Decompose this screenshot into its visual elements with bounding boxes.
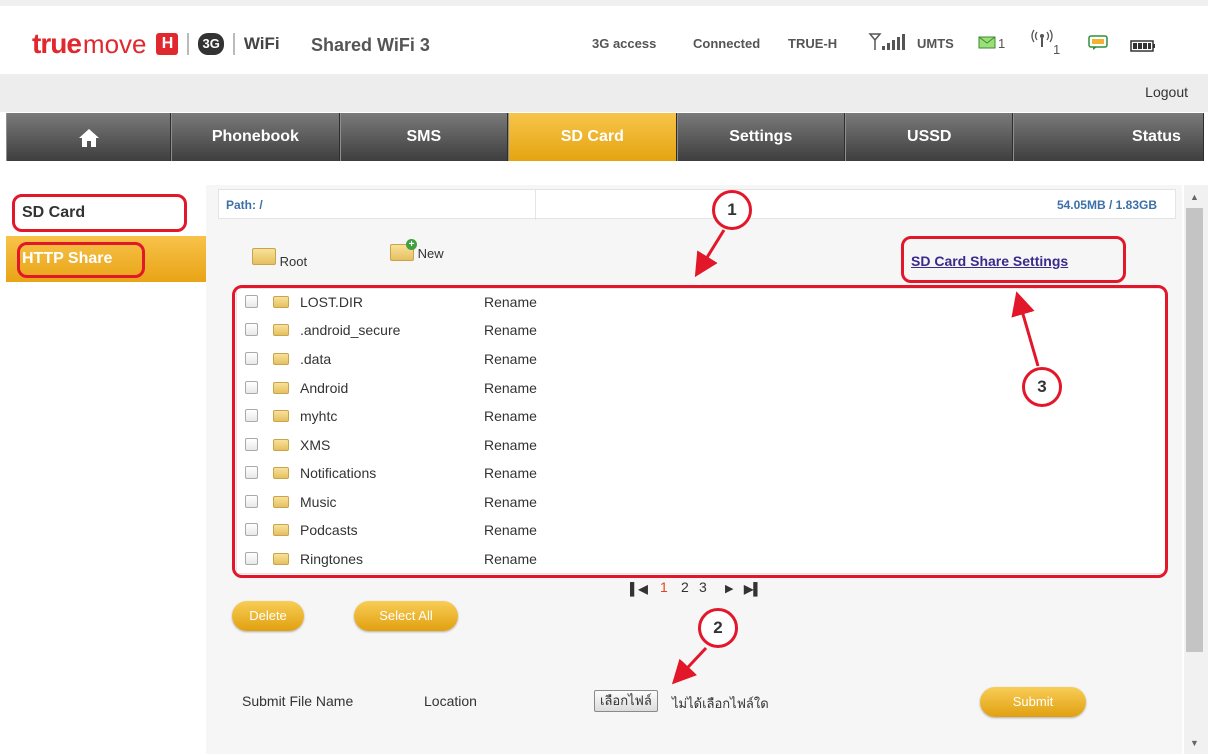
scroll-up-icon[interactable]: ▲ — [1190, 192, 1199, 202]
scroll-down-icon[interactable]: ▼ — [1190, 738, 1199, 748]
scrollbar-thumb[interactable] — [1186, 208, 1203, 652]
annotation-arrows — [671, 229, 1040, 685]
page: true move H 3G WiFi Shared WiFi 3 3G acc… — [0, 0, 1208, 754]
